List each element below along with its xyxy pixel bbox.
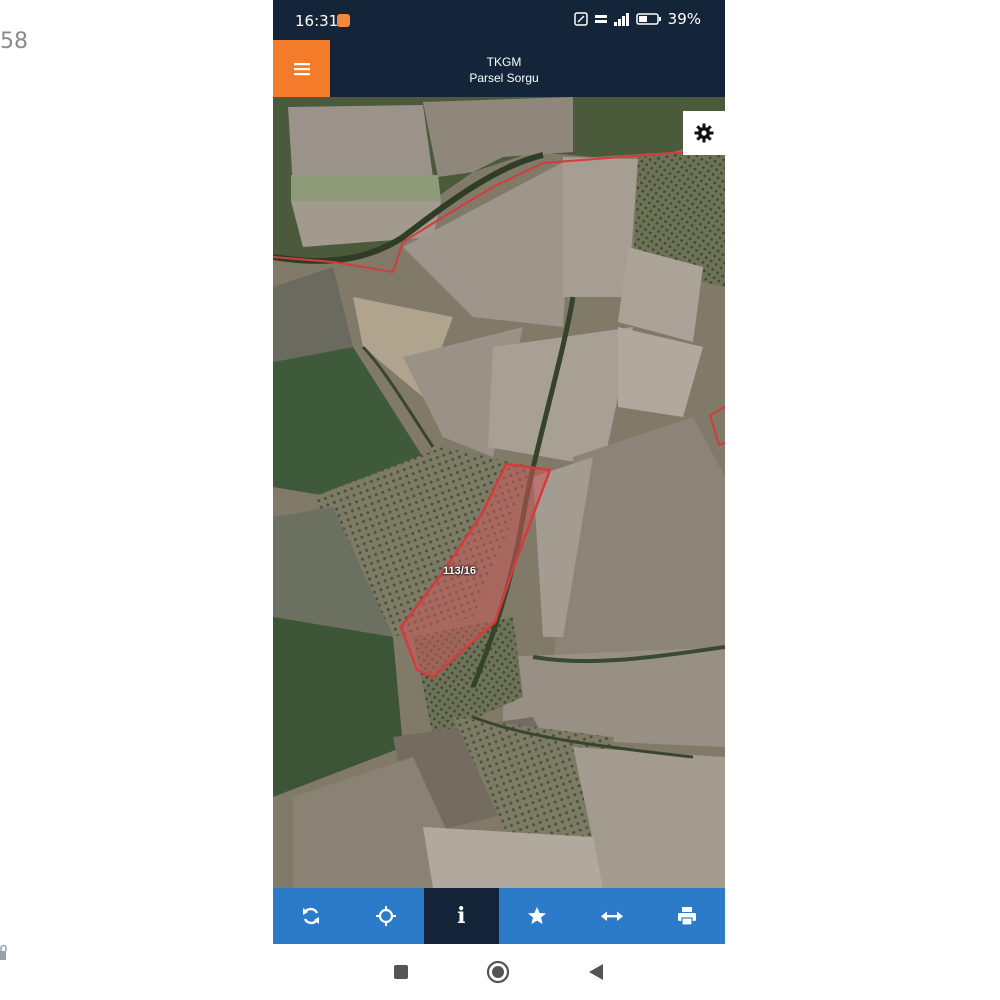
battery-percent: 39% [667, 10, 701, 28]
menu-button[interactable] [273, 40, 330, 97]
signal-icon [613, 13, 629, 26]
parcel-number-label: 113/16 [443, 565, 477, 577]
hamburger-menu-icon [293, 62, 310, 75]
measure-icon [600, 911, 623, 921]
print-icon [678, 907, 697, 926]
status-icons: 39% [573, 10, 701, 28]
satellite-map[interactable]: 113/16 [273, 97, 725, 888]
recents-button[interactable] [389, 960, 413, 984]
app-header: TKGM Parsel Sorgu [273, 40, 725, 97]
home-icon [486, 960, 510, 984]
volte-icon [594, 15, 607, 23]
locate-button[interactable] [348, 888, 423, 944]
print-button[interactable] [650, 888, 725, 944]
refresh-button[interactable] [273, 888, 348, 944]
gear-icon [694, 123, 714, 143]
info-icon: i [457, 903, 466, 929]
phone-screen: 16:31 39% TKGM Parsel Sorgu 113/16 i [273, 0, 725, 1000]
edge-lock-icon [0, 944, 7, 960]
back-icon [589, 964, 603, 980]
favorite-button[interactable] [499, 888, 574, 944]
system-nav-bar [273, 944, 725, 1000]
app-title: TKGM [486, 55, 522, 69]
info-button[interactable]: i [423, 888, 499, 944]
locate-icon [375, 906, 396, 926]
notification-icon [337, 14, 350, 27]
battery-icon [635, 13, 661, 25]
app-title-block: TKGM Parsel Sorgu [373, 54, 635, 86]
recents-icon [394, 965, 408, 979]
status-bar: 16:31 39% [273, 0, 725, 40]
map-imagery [273, 97, 725, 888]
nfc-icon [573, 12, 588, 26]
app-subtitle: Parsel Sorgu [469, 71, 539, 85]
map-settings-button[interactable] [683, 111, 725, 155]
star-icon [527, 907, 546, 924]
refresh-icon [302, 907, 319, 925]
home-button[interactable] [486, 960, 510, 984]
map-toolbar: i [273, 888, 725, 944]
back-button[interactable] [584, 960, 608, 984]
measure-button[interactable] [574, 888, 649, 944]
status-time: 16:31 [295, 12, 339, 30]
edge-text: 58 [0, 29, 28, 54]
